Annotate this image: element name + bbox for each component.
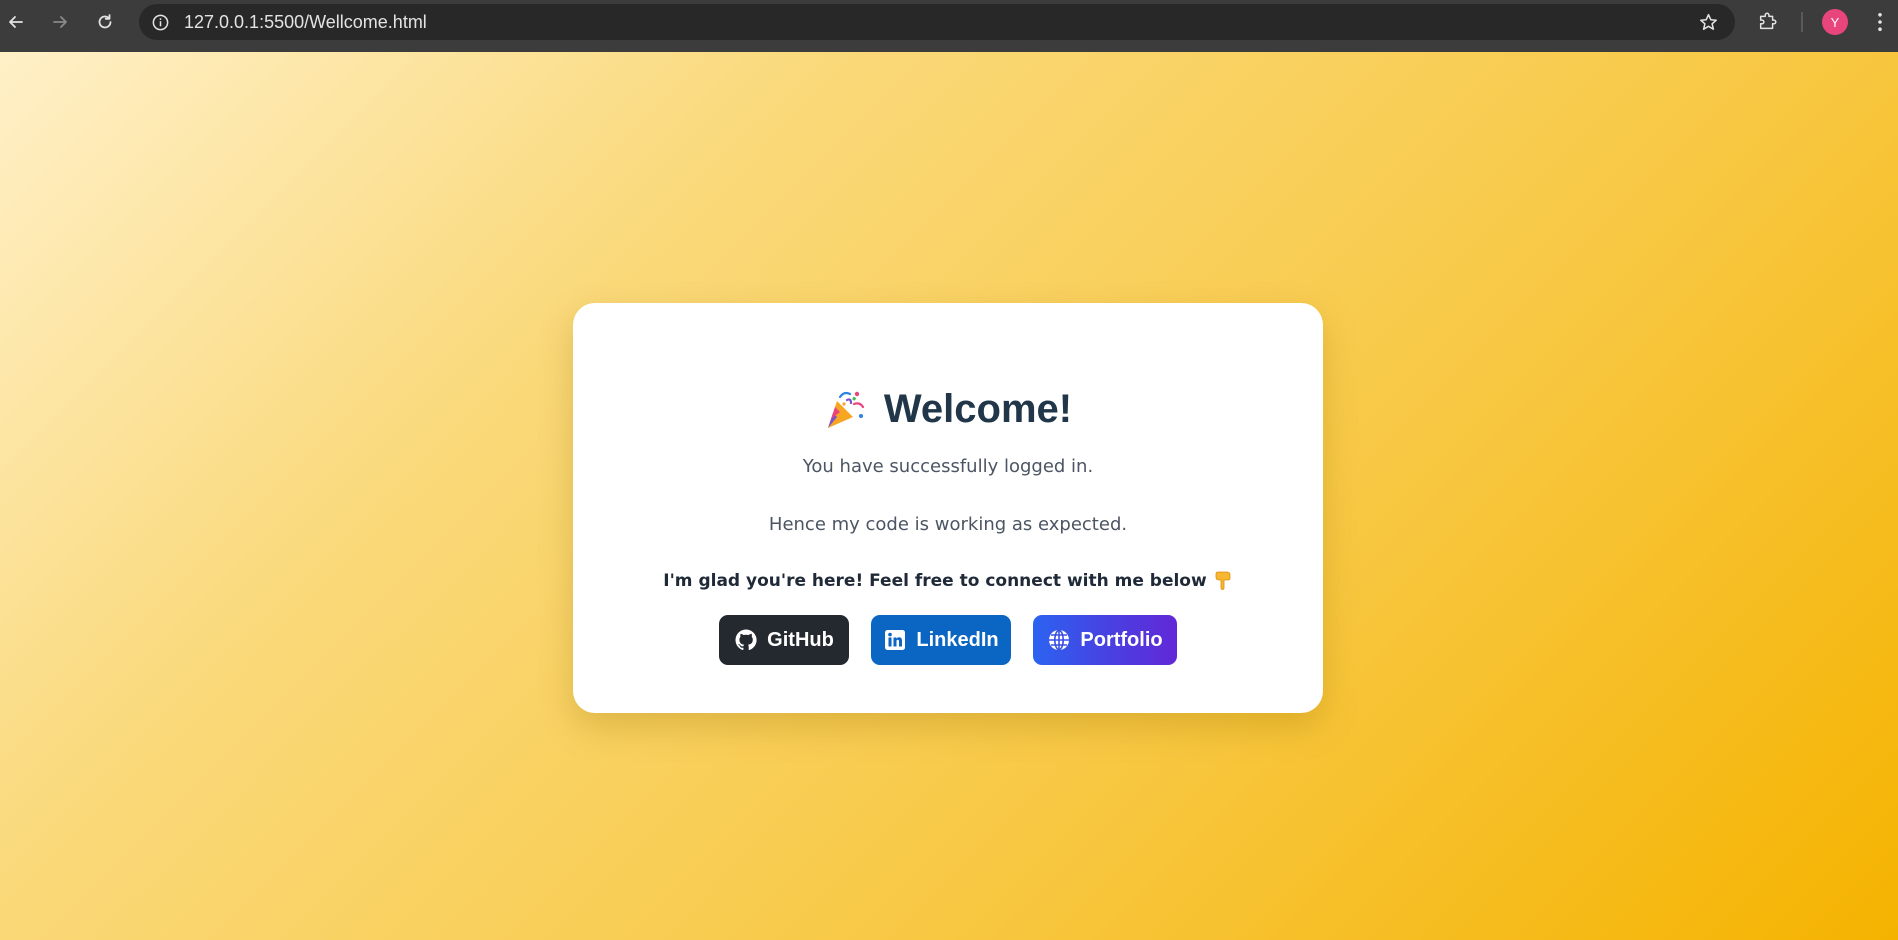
avatar[interactable]: Y [1822,9,1848,35]
arrow-right-icon [53,16,67,28]
login-success-text: You have successfully logged in. [802,456,1094,477]
github-label: GitHub [767,628,834,651]
reload-icon [98,14,112,29]
social-links: GitHub LinkedIn Portfolio [573,615,1323,667]
party-popper-icon [827,391,864,428]
code-working-text: Hence my code is working as expected. [768,514,1128,535]
star-icon[interactable] [1697,11,1719,33]
portfolio-label: Portfolio [1080,628,1163,651]
reload-button[interactable] [90,7,120,37]
info-icon[interactable] [150,12,170,32]
forward-button[interactable] [45,7,75,37]
connect-invite: I'm glad you're here! Feel free to conne… [573,570,1323,591]
kebab-menu-icon[interactable] [1870,9,1890,35]
linkedin-label: LinkedIn [916,628,999,651]
title-row: Welcome! [573,381,1323,437]
arrow-left-icon [9,16,23,28]
github-button[interactable]: GitHub [719,615,849,665]
connect-invite-text: I'm glad you're here! Feel free to conne… [663,571,1207,591]
pointing-down-hand-icon [1215,571,1231,590]
browser-toolbar: 127.0.0.1:5500/Wellcome.html Y [0,0,1898,52]
globe-icon [1049,629,1070,651]
toolbar-divider [1801,12,1803,32]
page-background: Welcome! You have successfully logged in… [0,52,1898,940]
puzzle-icon[interactable] [1756,9,1780,33]
github-icon [735,629,757,651]
linkedin-icon [885,630,906,650]
linkedin-button[interactable]: LinkedIn [871,615,1011,665]
back-button[interactable] [1,7,31,37]
page-title: Welcome! [883,386,1073,431]
welcome-card: Welcome! You have successfully logged in… [573,303,1323,713]
portfolio-button[interactable]: Portfolio [1033,615,1177,665]
url-text[interactable]: 127.0.0.1:5500/Wellcome.html [184,12,427,33]
address-bar[interactable]: 127.0.0.1:5500/Wellcome.html [139,4,1735,40]
